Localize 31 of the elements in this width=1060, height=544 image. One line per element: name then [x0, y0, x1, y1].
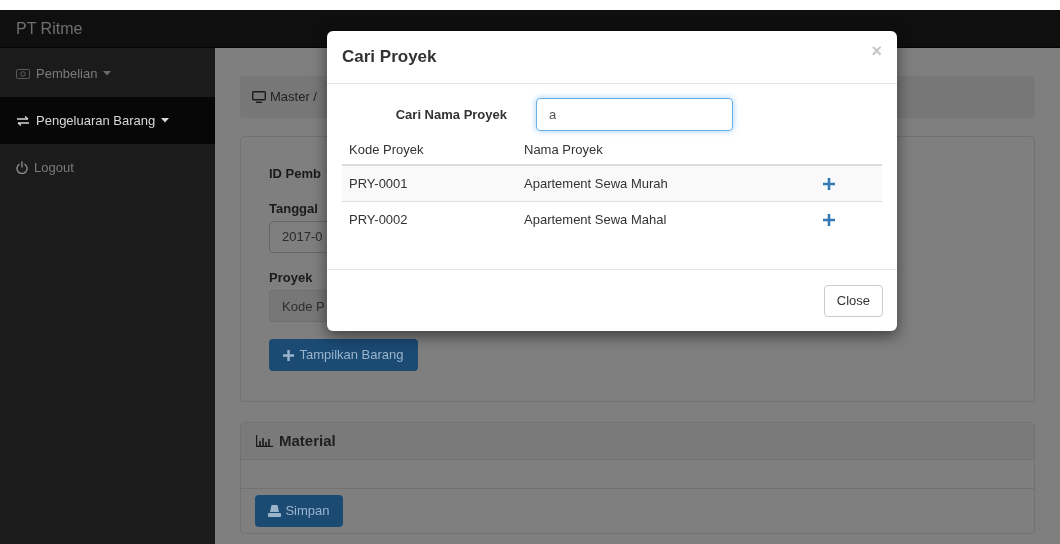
column-header: Kode Proyek: [348, 141, 425, 159]
swap-arrows-icon: [16, 115, 30, 126]
field-label: Tanggal: [269, 200, 319, 218]
plus-icon: [823, 214, 835, 226]
plus-icon: [823, 177, 835, 190]
search-label: Cari Nama Proyek: [394, 105, 507, 124]
table-cell-text: Apartement Sewa Mahal: [523, 211, 668, 230]
add-button[interactable]: [822, 176, 836, 191]
plus-icon: [283, 349, 295, 361]
column-header: Nama Proyek: [523, 141, 603, 159]
show-items-button[interactable]: Tampilkan Barang: [269, 339, 418, 371]
table-cell-text: PRY-0001: [348, 174, 409, 193]
close-button[interactable]: Close: [823, 284, 883, 317]
field-label: Proyek: [269, 269, 314, 287]
table-cell-text: Apartement Sewa Murah: [523, 174, 669, 193]
dialog-title: Cari Proyek: [342, 46, 437, 69]
bar-chart-icon: [256, 435, 273, 447]
breadcrumb-link[interactable]: Master /: [270, 87, 317, 107]
power-icon: [16, 161, 28, 174]
add-button[interactable]: [822, 213, 836, 227]
sidebar-item[interactable]: Pengeluaran Barang: [0, 97, 215, 144]
drive-icon: [268, 505, 282, 517]
brand-title[interactable]: PT Ritme: [16, 16, 83, 41]
save-button[interactable]: Simpan: [255, 495, 343, 527]
field-label: ID Pemb: [269, 165, 322, 183]
table-row[interactable]: PRY-0001 Apartement Sewa Murah: [342, 166, 882, 202]
search-field[interactable]: a: [536, 98, 733, 131]
monitor-icon: [252, 91, 266, 103]
banknote-icon: [16, 68, 30, 79]
table-cell-text: PRY-0002: [348, 211, 409, 230]
panel-title: Material: [279, 430, 336, 451]
